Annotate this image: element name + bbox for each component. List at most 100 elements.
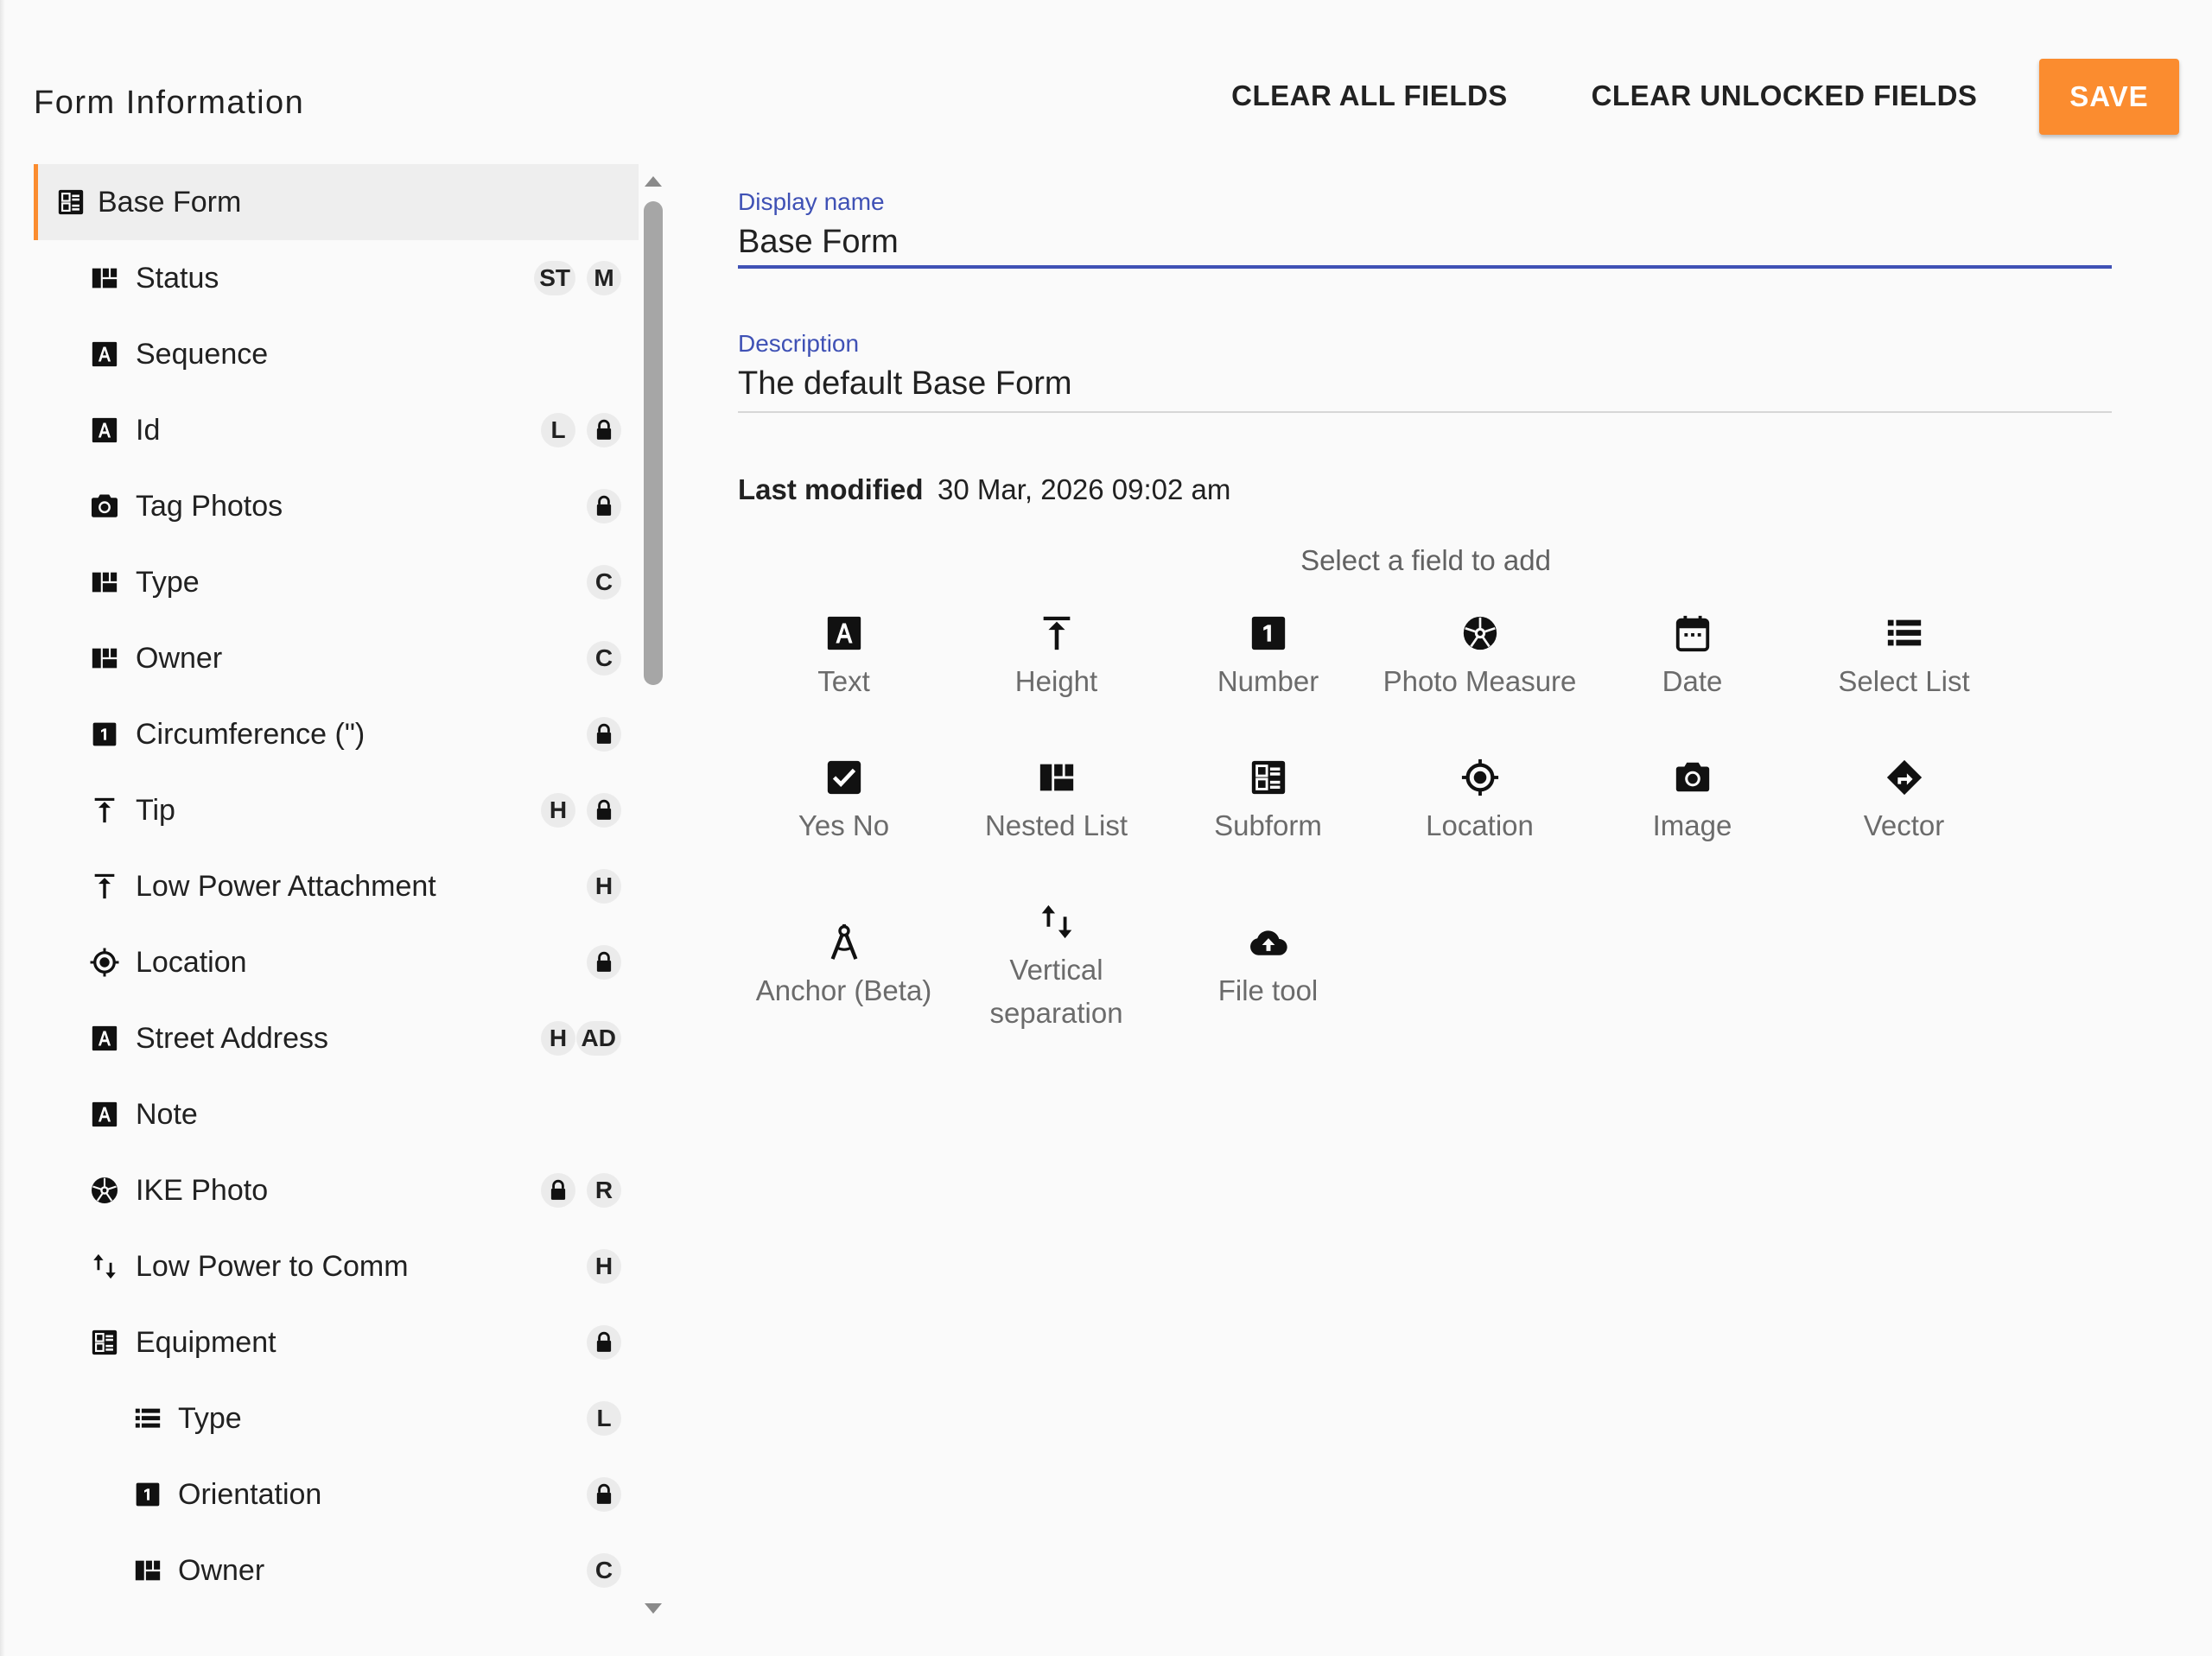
last-modified-label: Last modified bbox=[738, 473, 924, 505]
add-text-field-button[interactable]: Text bbox=[738, 606, 950, 727]
add-subform-field-button[interactable]: Subform bbox=[1162, 751, 1374, 872]
page-edge-shadow bbox=[0, 0, 5, 1656]
text-icon bbox=[89, 339, 120, 370]
location-icon bbox=[89, 947, 120, 978]
tool-label: Yes No bbox=[798, 809, 890, 841]
sidebar-item-label: Id bbox=[136, 414, 161, 447]
sidebar-item-label: Owner bbox=[136, 642, 223, 675]
tool-label: Photo Measure bbox=[1382, 665, 1577, 697]
sidebar-item-label: Circumference (") bbox=[136, 718, 365, 751]
display-name-field[interactable] bbox=[738, 216, 2112, 268]
description-label: Description bbox=[738, 330, 860, 357]
sidebar-item-label: Note bbox=[136, 1098, 198, 1131]
subform-icon bbox=[1249, 758, 1288, 797]
sidebar-item-id[interactable]: Id L bbox=[34, 392, 639, 468]
add-select-list-field-button[interactable]: Select List bbox=[1798, 606, 2010, 727]
sidebar-item-label: IKE Photo bbox=[136, 1174, 269, 1207]
add-yes-no-field-button[interactable]: Yes No bbox=[738, 751, 950, 872]
badge-ad: AD bbox=[575, 1021, 621, 1056]
select-list-icon bbox=[132, 1403, 163, 1434]
add-image-field-button[interactable]: Image bbox=[1586, 751, 1798, 872]
sidebar-item-base-form[interactable]: Base Form bbox=[34, 164, 639, 240]
select-field-hint: Select a field to add bbox=[1300, 544, 1551, 576]
height-icon bbox=[89, 871, 120, 902]
height-icon bbox=[1037, 613, 1077, 653]
tool-label: Anchor (Beta) bbox=[755, 974, 932, 1006]
page-title: Form Information bbox=[34, 85, 305, 121]
number-icon bbox=[89, 719, 120, 750]
sidebar-item-tag-photos[interactable]: Tag Photos bbox=[34, 468, 639, 544]
vertical-separation-icon bbox=[89, 1251, 120, 1282]
camera-icon bbox=[89, 491, 120, 522]
lock-icon bbox=[587, 1477, 621, 1512]
subform-icon bbox=[89, 1327, 120, 1358]
nested-list-icon bbox=[89, 263, 120, 294]
description-field[interactable] bbox=[738, 358, 2112, 409]
sidebar-item-circumference[interactable]: Circumference (") bbox=[34, 696, 639, 772]
sidebar-item-label: Base Form bbox=[98, 186, 242, 219]
add-vector-field-button[interactable]: Vector bbox=[1798, 751, 2010, 872]
sidebar-item-type[interactable]: Type C bbox=[34, 544, 639, 620]
sidebar-item-note[interactable]: Note bbox=[34, 1076, 639, 1152]
add-file-tool-field-button[interactable]: File tool bbox=[1162, 916, 1374, 1037]
sidebar-item-label: Low Power to Comm bbox=[136, 1250, 409, 1283]
scroll-down-arrow-icon[interactable] bbox=[643, 1598, 664, 1619]
sidebar-item-label: Location bbox=[136, 946, 247, 979]
sidebar-item-street-address[interactable]: Street Address H AD bbox=[34, 1000, 639, 1076]
sidebar-item-equipment-owner[interactable]: Owner C bbox=[34, 1532, 639, 1608]
tool-label: Vector bbox=[1863, 809, 1945, 841]
sidebar-item-label: Status bbox=[136, 262, 219, 295]
sidebar-item-equipment-type[interactable]: Type L bbox=[34, 1380, 639, 1456]
sidebar-scrollbar-thumb[interactable] bbox=[644, 201, 663, 685]
save-button[interactable]: SAVE bbox=[2039, 59, 2179, 135]
nested-list-icon bbox=[1037, 758, 1077, 797]
add-photo-measure-field-button[interactable]: Photo Measure bbox=[1374, 606, 1586, 727]
badge-m: M bbox=[587, 261, 621, 295]
badge-r: R bbox=[587, 1173, 621, 1208]
tool-label: Select List bbox=[1838, 665, 1970, 697]
add-anchor-field-button[interactable]: Anchor (Beta) bbox=[738, 916, 950, 1037]
add-height-field-button[interactable]: Height bbox=[950, 606, 1162, 727]
form-field-tree: Base Form Status ST M Sequence Id L Tag … bbox=[34, 164, 639, 1633]
select-list-icon bbox=[1885, 613, 1924, 653]
lock-icon bbox=[587, 945, 621, 980]
sidebar-item-label: Equipment bbox=[136, 1326, 276, 1359]
tool-label: Location bbox=[1426, 809, 1534, 841]
compass-icon bbox=[824, 923, 864, 962]
sidebar-item-tip[interactable]: Tip H bbox=[34, 772, 639, 848]
sidebar-item-equipment[interactable]: Equipment bbox=[34, 1304, 639, 1380]
clear-unlocked-fields-button[interactable]: CLEAR UNLOCKED FIELDS bbox=[1590, 57, 1979, 135]
badge-h: H bbox=[541, 1021, 575, 1056]
sidebar-item-low-power-to-comm[interactable]: Low Power to Comm H bbox=[34, 1228, 639, 1304]
scroll-up-arrow-icon[interactable] bbox=[643, 171, 664, 192]
display-name-underline bbox=[738, 265, 2112, 269]
sidebar-item-sequence[interactable]: Sequence bbox=[34, 316, 639, 392]
clear-all-fields-button[interactable]: CLEAR ALL FIELDS bbox=[1227, 57, 1512, 135]
location-icon bbox=[1460, 758, 1500, 797]
nested-list-icon bbox=[132, 1555, 163, 1586]
aperture-icon bbox=[89, 1175, 120, 1206]
tool-label: Number bbox=[1217, 665, 1319, 697]
add-location-field-button[interactable]: Location bbox=[1374, 751, 1586, 872]
text-icon bbox=[89, 1099, 120, 1130]
sidebar-item-orientation[interactable]: Orientation bbox=[34, 1456, 639, 1532]
sidebar-item-owner[interactable]: Owner C bbox=[34, 620, 639, 696]
sidebar-item-location[interactable]: Location bbox=[34, 924, 639, 1000]
sidebar-item-ike-photo[interactable]: IKE Photo R bbox=[34, 1152, 639, 1228]
sidebar-item-label: Street Address bbox=[136, 1022, 329, 1055]
sidebar-item-label: Type bbox=[178, 1402, 242, 1435]
sidebar-item-label: Owner bbox=[178, 1554, 265, 1587]
calendar-icon bbox=[1673, 613, 1713, 653]
nested-list-icon bbox=[89, 643, 120, 674]
add-vertical-separation-field-button[interactable]: Vertical separation bbox=[950, 895, 1162, 1042]
sidebar-item-low-power-attachment[interactable]: Low Power Attachment H bbox=[34, 848, 639, 924]
add-nested-list-field-button[interactable]: Nested List bbox=[950, 751, 1162, 872]
display-name-label: Display name bbox=[738, 188, 885, 215]
lock-icon bbox=[587, 413, 621, 447]
sidebar-item-status[interactable]: Status ST M bbox=[34, 240, 639, 316]
height-icon bbox=[89, 795, 120, 826]
add-number-field-button[interactable]: Number bbox=[1162, 606, 1374, 727]
cloud-upload-icon bbox=[1249, 923, 1288, 962]
text-icon bbox=[824, 613, 864, 653]
add-date-field-button[interactable]: Date bbox=[1586, 606, 1798, 727]
